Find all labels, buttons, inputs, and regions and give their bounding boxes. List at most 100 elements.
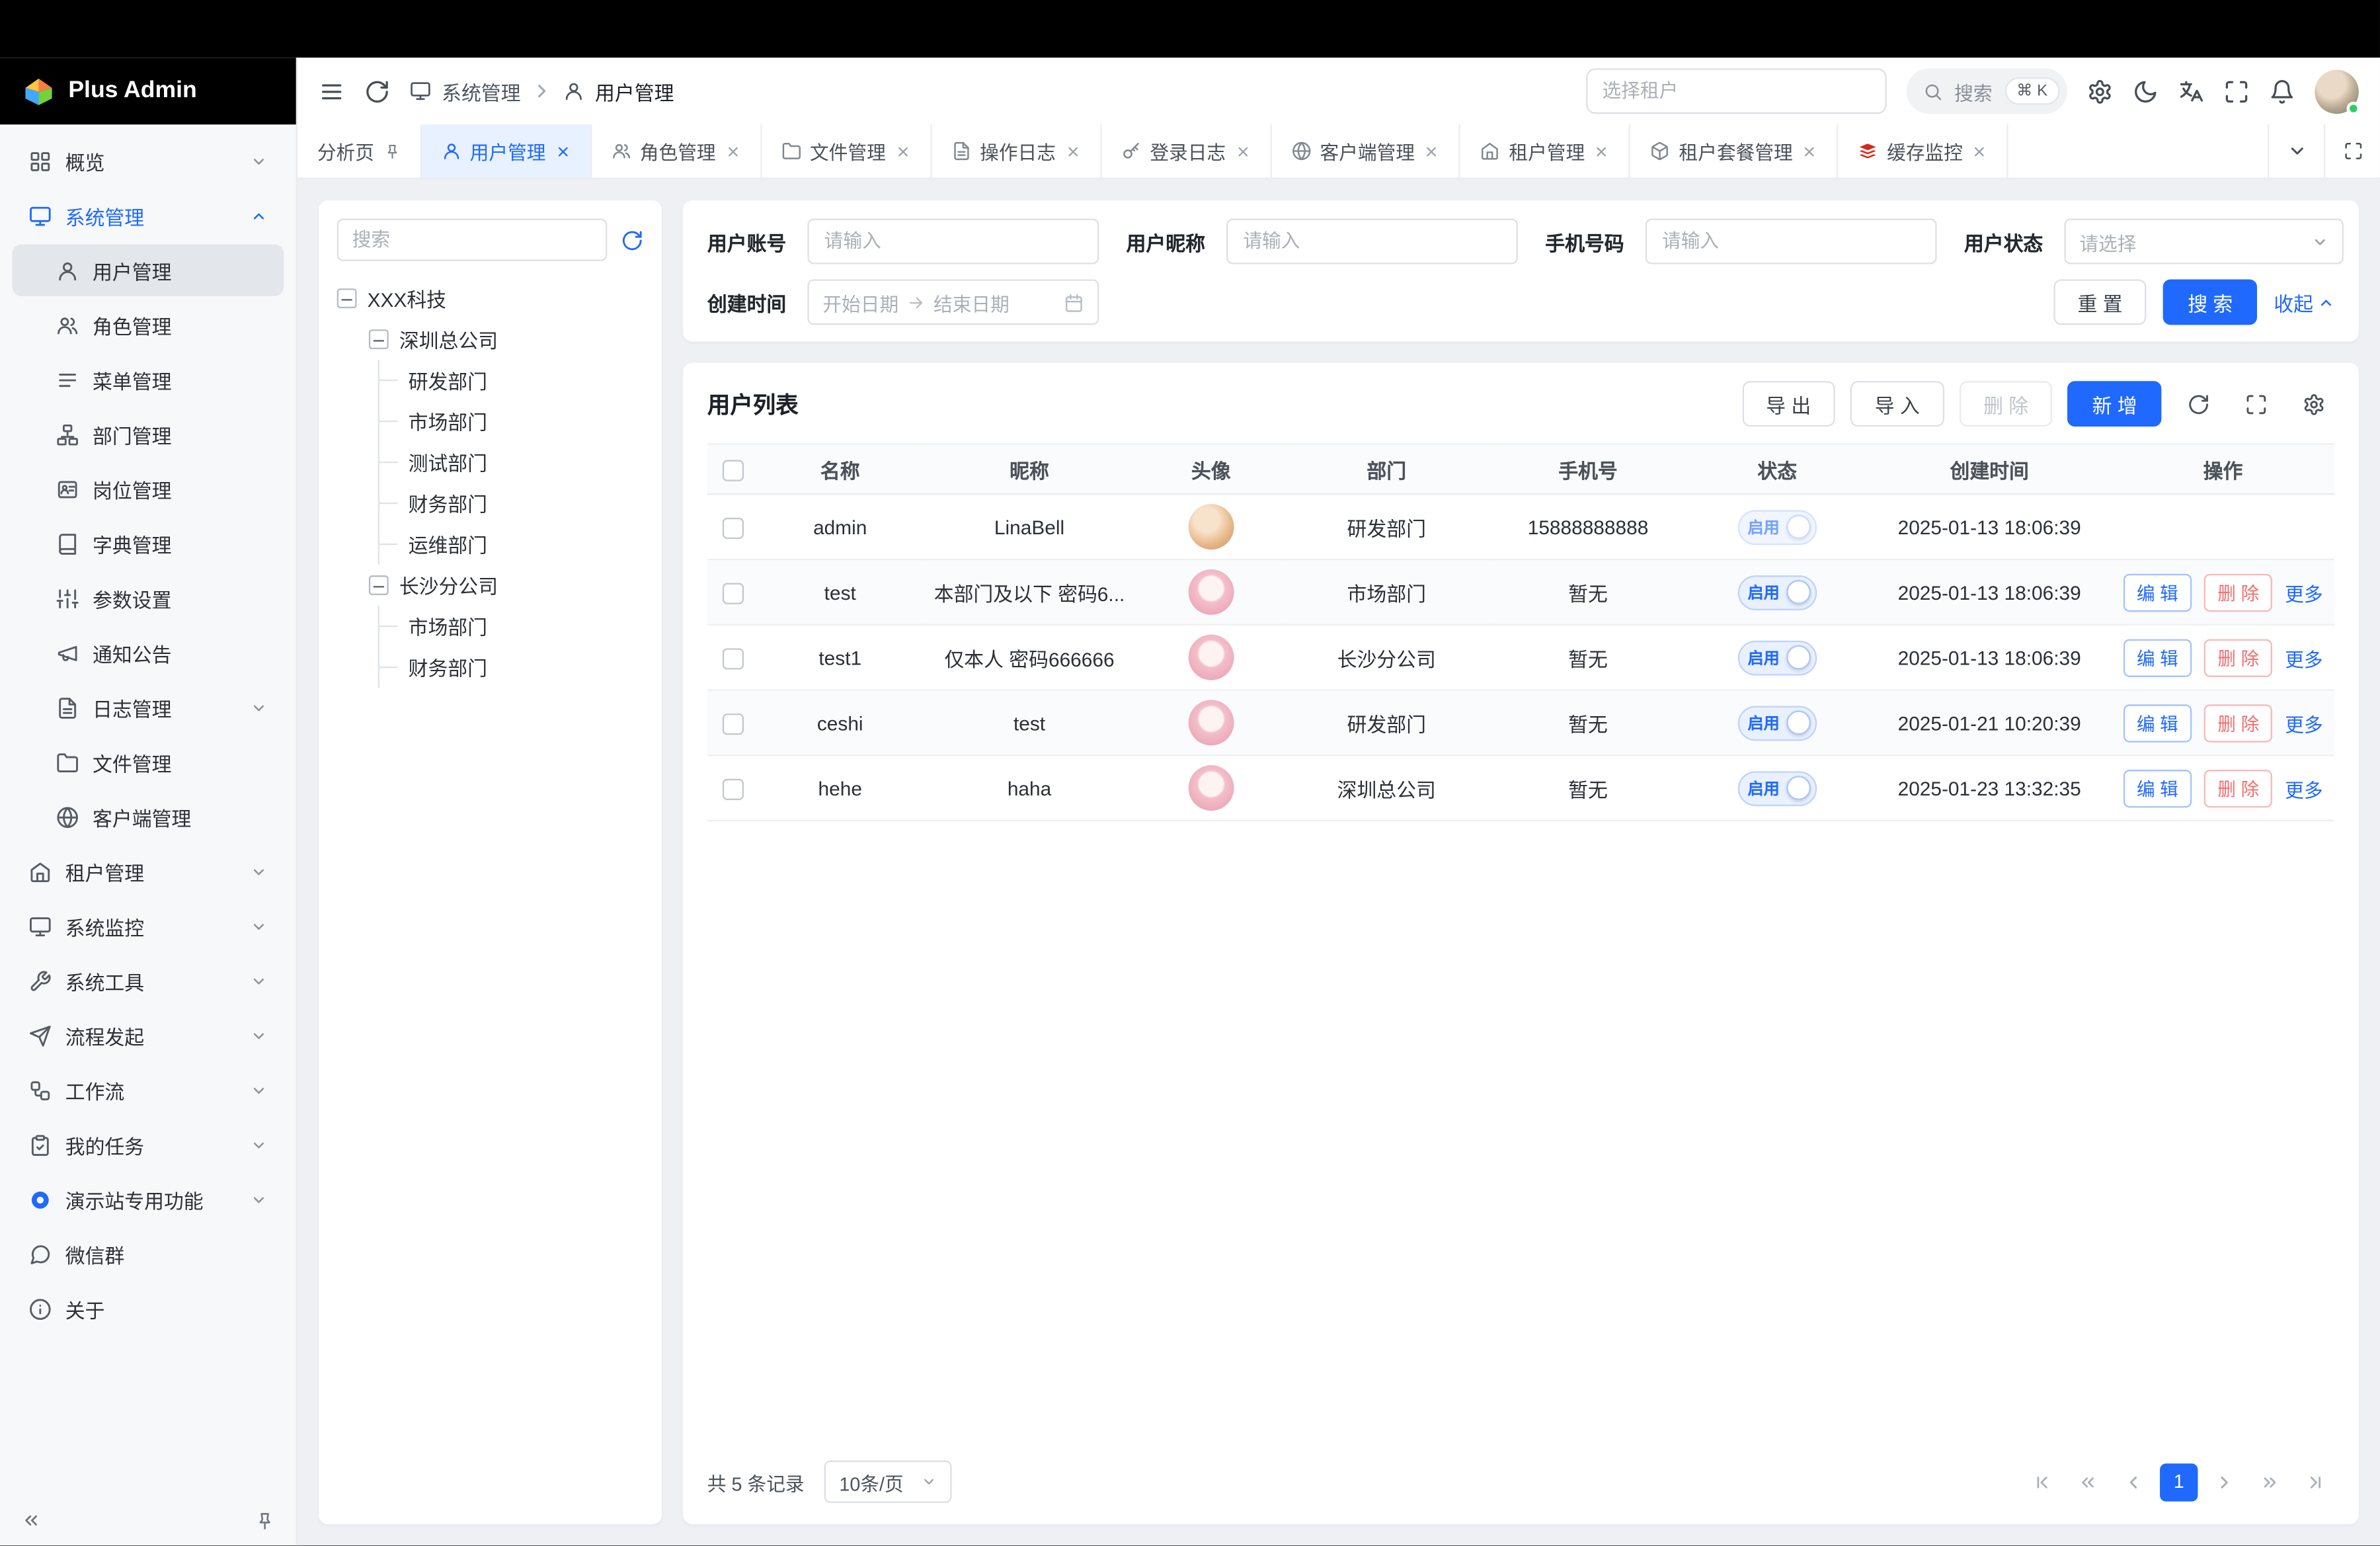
close-icon[interactable] xyxy=(1972,143,1987,159)
sidebar-item-system-tools[interactable]: 系统工具 xyxy=(12,955,284,1006)
status-switch[interactable]: 启用 xyxy=(1738,640,1817,675)
tree-node-dept[interactable]: 研发部门 xyxy=(379,360,643,401)
sidebar-item-system-monitor[interactable]: 系统监控 xyxy=(12,900,284,952)
sidebar-item-client-management[interactable]: 客户端管理 xyxy=(12,791,284,842)
close-icon[interactable] xyxy=(1802,143,1817,159)
close-icon[interactable] xyxy=(1235,143,1250,159)
sidebar-item-workflow[interactable]: 工作流 xyxy=(12,1064,284,1116)
global-search[interactable]: 搜索 ⌘ K xyxy=(1906,68,2067,114)
table-refresh-icon[interactable] xyxy=(2176,383,2219,425)
tab-file-management[interactable]: 文件管理 xyxy=(762,124,932,177)
bulk-delete-button[interactable]: 删 除 xyxy=(1959,381,2052,427)
tree-node-dept[interactable]: 财务部门 xyxy=(379,483,643,524)
sidebar-item-wechat-group[interactable]: 微信群 xyxy=(12,1228,284,1280)
sidebar-item-process-start[interactable]: 流程发起 xyxy=(12,1010,284,1061)
more-button[interactable]: 更多 xyxy=(2285,643,2322,672)
notification-bell-icon[interactable] xyxy=(2269,78,2295,104)
delete-button[interactable]: 删 除 xyxy=(2204,573,2273,611)
sidebar-item-file-management[interactable]: 文件管理 xyxy=(12,737,284,788)
tab-analysis[interactable]: 分析页 xyxy=(298,124,421,177)
next-page-button[interactable] xyxy=(2205,1463,2243,1501)
sidebar-item-menu-management[interactable]: 菜单管理 xyxy=(12,354,284,405)
tree-node-dept[interactable]: 市场部门 xyxy=(379,606,643,647)
collapse-node-icon[interactable] xyxy=(337,288,357,308)
add-user-button[interactable]: 新 增 xyxy=(2068,381,2161,427)
tree-node-dept[interactable]: 财务部门 xyxy=(379,647,643,688)
tab-list-dropdown-icon[interactable] xyxy=(2268,124,2324,177)
pin-sidebar-icon[interactable] xyxy=(255,1510,275,1530)
delete-button[interactable]: 删 除 xyxy=(2204,769,2273,807)
first-page-button[interactable] xyxy=(2023,1463,2061,1501)
tree-node-company[interactable]: 长沙分公司 xyxy=(369,565,644,606)
search-button[interactable]: 搜 索 xyxy=(2163,279,2256,325)
tenant-select-input[interactable] xyxy=(1585,68,1886,114)
language-icon[interactable] xyxy=(2178,78,2204,104)
row-checkbox[interactable] xyxy=(723,778,744,799)
status-switch[interactable]: 启用 xyxy=(1738,770,1817,805)
edit-button[interactable]: 编 辑 xyxy=(2123,704,2192,741)
more-button[interactable]: 更多 xyxy=(2285,774,2322,803)
tab-tenant-package-management[interactable]: 租户套餐管理 xyxy=(1630,124,1839,177)
tab-tenant-management[interactable]: 租户管理 xyxy=(1460,124,1630,177)
tab-client-management[interactable]: 客户端管理 xyxy=(1271,124,1460,177)
delete-button[interactable]: 删 除 xyxy=(2204,704,2273,741)
status-select[interactable]: 请选择 xyxy=(2064,219,2343,264)
tab-user-management[interactable]: 用户管理 xyxy=(421,124,591,177)
collapse-node-icon[interactable] xyxy=(369,575,389,595)
close-icon[interactable] xyxy=(1424,143,1439,159)
tree-refresh-button[interactable] xyxy=(621,229,643,251)
sidebar-item-my-tasks[interactable]: 我的任务 xyxy=(12,1119,284,1170)
tree-node-company[interactable]: 深圳总公司 xyxy=(369,319,644,360)
table-columns-gear-icon[interactable] xyxy=(2292,383,2334,425)
sidebar-item-overview[interactable]: 概览 xyxy=(12,135,284,186)
status-switch[interactable]: 启用 xyxy=(1738,575,1817,610)
prev-page-button[interactable] xyxy=(2114,1463,2152,1501)
sidebar-item-system-management[interactable]: 系统管理 xyxy=(12,190,284,241)
close-icon[interactable] xyxy=(555,143,570,159)
import-button[interactable]: 导 入 xyxy=(1850,381,1944,427)
edit-button[interactable]: 编 辑 xyxy=(2123,573,2192,611)
tab-role-management[interactable]: 角色管理 xyxy=(591,124,761,177)
sidebar-item-notice[interactable]: 通知公告 xyxy=(12,627,284,678)
more-button[interactable]: 更多 xyxy=(2285,578,2322,607)
close-icon[interactable] xyxy=(1594,143,1609,159)
tree-node-dept[interactable]: 市场部门 xyxy=(379,401,643,442)
sidebar-item-post-management[interactable]: 岗位管理 xyxy=(12,463,284,514)
sidebar-item-dict-management[interactable]: 字典管理 xyxy=(12,518,284,569)
row-checkbox[interactable] xyxy=(723,583,744,604)
tab-cache-monitor[interactable]: 缓存监控 xyxy=(1839,124,2008,177)
sidebar-item-dept-management[interactable]: 部门管理 xyxy=(12,409,284,460)
account-input[interactable] xyxy=(807,219,1099,264)
status-switch[interactable]: 启用 xyxy=(1738,705,1817,740)
created-date-range-picker[interactable]: 开始日期 结束日期 xyxy=(807,279,1099,325)
sidebar-item-tenant-management[interactable]: 租户管理 xyxy=(12,846,284,897)
select-all-checkbox[interactable] xyxy=(723,460,744,481)
sidebar-item-param-settings[interactable]: 参数设置 xyxy=(12,573,284,624)
phone-input[interactable] xyxy=(1646,219,1937,264)
collapse-sidebar-icon[interactable] xyxy=(21,1510,41,1530)
edit-button[interactable]: 编 辑 xyxy=(2123,638,2192,676)
close-icon[interactable] xyxy=(1065,143,1080,159)
next-10-pages-button[interactable] xyxy=(2251,1463,2289,1501)
collapse-filters-link[interactable]: 收起 xyxy=(2274,288,2334,317)
nickname-input[interactable] xyxy=(1226,219,1518,264)
sidebar-item-user-management[interactable]: 用户管理 xyxy=(12,245,284,296)
row-checkbox[interactable] xyxy=(723,713,744,735)
close-icon[interactable] xyxy=(895,143,910,159)
tab-login-log[interactable]: 登录日志 xyxy=(1101,124,1271,177)
settings-gear-icon[interactable] xyxy=(2087,78,2113,104)
refresh-page-icon[interactable] xyxy=(364,78,390,104)
table-fullscreen-icon[interactable] xyxy=(2235,383,2277,425)
prev-10-pages-button[interactable] xyxy=(2069,1463,2106,1501)
export-button[interactable]: 导 出 xyxy=(1742,381,1835,427)
fullscreen-icon[interactable] xyxy=(2223,78,2249,104)
row-checkbox[interactable] xyxy=(723,648,744,669)
page-size-select[interactable]: 10条/页 xyxy=(824,1461,951,1504)
tab-operation-log[interactable]: 操作日志 xyxy=(932,124,1101,177)
sidebar-item-demo-features[interactable]: 演示站专用功能 xyxy=(12,1174,284,1225)
row-checkbox[interactable] xyxy=(723,517,744,538)
tree-node-root[interactable]: XXX科技 xyxy=(337,278,644,319)
tree-node-dept[interactable]: 运维部门 xyxy=(379,524,643,565)
sidebar-item-about[interactable]: 关于 xyxy=(12,1283,284,1334)
sidebar-item-role-management[interactable]: 角色管理 xyxy=(12,299,284,350)
